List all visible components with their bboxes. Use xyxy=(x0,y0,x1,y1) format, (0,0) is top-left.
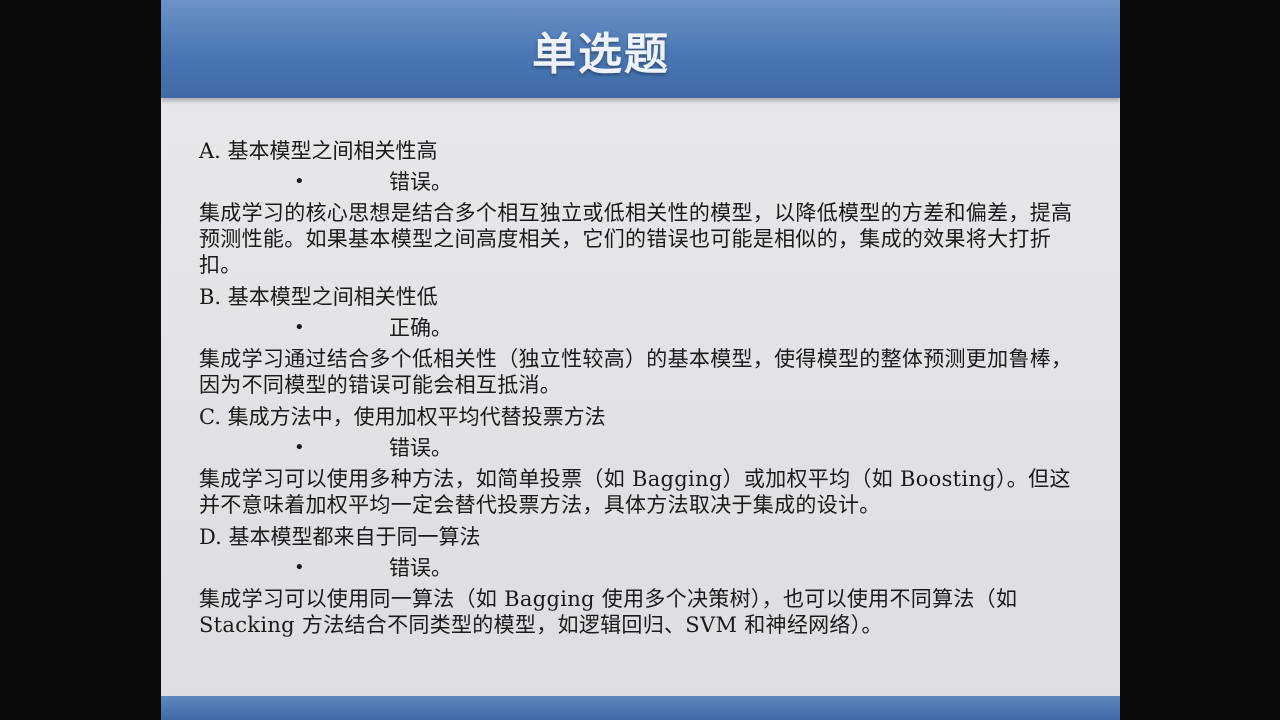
option-b: B. 基本模型之间相关性低 • 正确。 集成学习通过结合多个低相关性（独立性较高… xyxy=(199,282,1099,398)
option-title: C. 集成方法中，使用加权平均代替投票方法 xyxy=(199,405,606,429)
option-title: D. 基本模型都来自于同一算法 xyxy=(199,525,481,549)
option-d: D. 基本模型都来自于同一算法 • 错误。 集成学习可以使用同一算法（如 Bag… xyxy=(199,522,1099,638)
video-frame: 单选题 A. 基本模型之间相关性高 • 错误。 集成学习的核心思想是结合多个相互… xyxy=(0,0,1280,720)
verdict-text: 正确。 xyxy=(389,316,452,340)
slide-content: A. 基本模型之间相关性高 • 错误。 集成学习的核心思想是结合多个相互独立或低… xyxy=(199,136,1099,642)
slide-title: 单选题 xyxy=(532,29,670,80)
bullet-icon: • xyxy=(294,437,305,458)
explanation-text: 集成学习通过结合多个低相关性（独立性较高）的基本模型，使得模型的整体预测更加鲁棒… xyxy=(199,347,1073,397)
bullet-icon: • xyxy=(294,557,305,578)
slide: 单选题 A. 基本模型之间相关性高 • 错误。 集成学习的核心思想是结合多个相互… xyxy=(161,0,1120,720)
option-a: A. 基本模型之间相关性高 • 错误。 集成学习的核心思想是结合多个相互独立或低… xyxy=(199,136,1099,278)
explanation-text: 集成学习可以使用同一算法（如 Bagging 使用多个决策树），也可以使用不同算… xyxy=(199,587,1018,637)
verdict-line: • 错误。 xyxy=(199,432,1099,464)
verdict-text: 错误。 xyxy=(389,436,452,460)
bullet-icon: • xyxy=(294,171,305,192)
verdict-line: • 正确。 xyxy=(199,312,1099,344)
option-c: C. 集成方法中，使用加权平均代替投票方法 • 错误。 集成学习可以使用多种方法… xyxy=(199,402,1099,518)
explanation-text: 集成学习可以使用多种方法，如简单投票（如 Bagging）或加权平均（如 Boo… xyxy=(199,467,1071,517)
explanation-text: 集成学习的核心思想是结合多个相互独立或低相关性的模型，以降低模型的方差和偏差，提… xyxy=(199,201,1073,277)
verdict-text: 错误。 xyxy=(389,556,452,580)
option-title: B. 基本模型之间相关性低 xyxy=(199,285,438,309)
bullet-icon: • xyxy=(294,317,305,338)
verdict-line: • 错误。 xyxy=(199,166,1099,198)
slide-header: 单选题 xyxy=(161,0,1120,98)
verdict-line: • 错误。 xyxy=(199,552,1099,584)
option-title: A. 基本模型之间相关性高 xyxy=(199,139,438,163)
verdict-text: 错误。 xyxy=(389,170,452,194)
slide-footer xyxy=(161,696,1120,720)
